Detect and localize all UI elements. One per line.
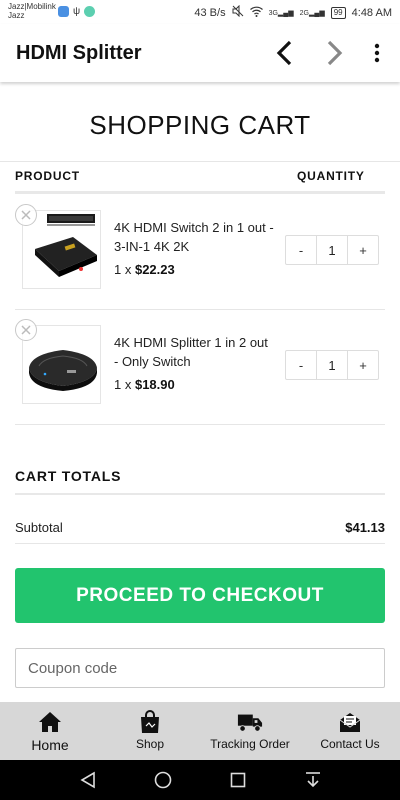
subtotal-label: Subtotal <box>15 520 63 535</box>
coupon-code-input[interactable] <box>15 648 385 688</box>
close-icon <box>21 325 31 335</box>
chevron-left-icon[interactable] <box>270 38 300 68</box>
app-notification-icon <box>84 6 96 17</box>
close-icon <box>21 210 31 220</box>
nav-label: Contact Us <box>320 737 380 751</box>
nav-label: Shop <box>135 737 165 751</box>
decrease-quantity-button[interactable]: - <box>286 351 316 379</box>
battery-icon: 99 <box>330 6 346 19</box>
shopping-bag-icon <box>137 710 163 734</box>
nav-label: Home <box>31 737 69 753</box>
product-name-link[interactable]: 4K HDMI Switch 2 in 1 out - 3-IN-1 4K 2K <box>114 218 274 256</box>
nav-shop[interactable]: Shop <box>100 702 200 760</box>
clock: 4:48 AM <box>351 6 392 19</box>
app-bar: HDMI Splitter <box>0 24 400 82</box>
divider <box>15 543 385 544</box>
page-title: SHOPPING CART <box>89 110 311 140</box>
usb-icon: ψ <box>73 6 81 17</box>
app-title: HDMI Splitter <box>16 42 142 64</box>
divider <box>0 161 400 162</box>
subtotal-value: $41.13 <box>345 520 385 535</box>
status-right: 43 B/s 3G▂▄▆ 2G▂▄▆ 99 4:48 AM <box>194 4 392 20</box>
proceed-to-checkout-button[interactable]: PROCEED TO CHECKOUT <box>15 568 385 623</box>
nav-tracking-order[interactable]: Tracking Order <box>200 702 300 760</box>
signal-2g-icon: 2G▂▄▆ <box>299 9 325 17</box>
remove-item-button[interactable] <box>15 204 37 226</box>
nav-label: Tracking Order <box>210 737 290 751</box>
bottom-navigation: Home Shop Tracking Order Contact Us <box>0 702 400 760</box>
delivery-truck-icon <box>237 710 263 734</box>
system-navigation-bar <box>0 760 400 800</box>
column-header-quantity: QUANTITY <box>297 169 365 183</box>
header-divider <box>15 191 385 194</box>
mute-icon <box>232 4 244 20</box>
item-price: 1 x $22.23 <box>114 262 175 277</box>
more-vert-icon[interactable] <box>362 38 392 68</box>
envelope-open-icon <box>337 710 363 734</box>
notification-icons: ψ <box>58 6 96 17</box>
divider <box>15 493 385 495</box>
quantity-input[interactable]: 1 <box>316 351 348 379</box>
status-bar: Jazz|Mobilink Jazz ψ 43 B/s 3G▂▄▆ 2G▂▄▆ … <box>0 0 400 24</box>
signal-3g-icon: 3G▂▄▆ <box>268 9 294 17</box>
home-circle-icon[interactable] <box>148 765 178 795</box>
carrier-label: Jazz|Mobilink Jazz <box>8 2 56 20</box>
remove-item-button[interactable] <box>15 319 37 341</box>
cart-totals-heading: CART TOTALS <box>15 468 122 484</box>
quantity-stepper: - 1 + <box>285 235 379 265</box>
app-notification-icon <box>58 6 69 17</box>
quantity-input[interactable]: 1 <box>316 236 348 264</box>
network-speed: 43 B/s <box>194 6 226 19</box>
column-header-product: PRODUCT <box>15 169 80 183</box>
cart-item: 4K HDMI Switch 2 in 1 out - 3-IN-1 4K 2K… <box>15 195 385 311</box>
decrease-quantity-button[interactable]: - <box>286 236 316 264</box>
divider <box>15 424 385 425</box>
notifications-pull-icon[interactable] <box>298 765 328 795</box>
nav-home[interactable]: Home <box>0 702 100 760</box>
increase-quantity-button[interactable]: + <box>348 236 378 264</box>
product-name-link[interactable]: 4K HDMI Splitter 1 in 2 out - Only Switc… <box>114 333 274 371</box>
recents-square-icon[interactable] <box>223 765 253 795</box>
nav-contact-us[interactable]: Contact Us <box>300 702 400 760</box>
home-icon <box>37 710 63 734</box>
back-triangle-icon[interactable] <box>73 765 103 795</box>
quantity-stepper: - 1 + <box>285 350 379 380</box>
increase-quantity-button[interactable]: + <box>348 351 378 379</box>
cart-item: 4K HDMI Splitter 1 in 2 out - Only Switc… <box>15 310 385 426</box>
chevron-right-icon[interactable] <box>319 38 349 68</box>
item-price: 1 x $18.90 <box>114 377 175 392</box>
wifi-icon <box>249 6 263 20</box>
